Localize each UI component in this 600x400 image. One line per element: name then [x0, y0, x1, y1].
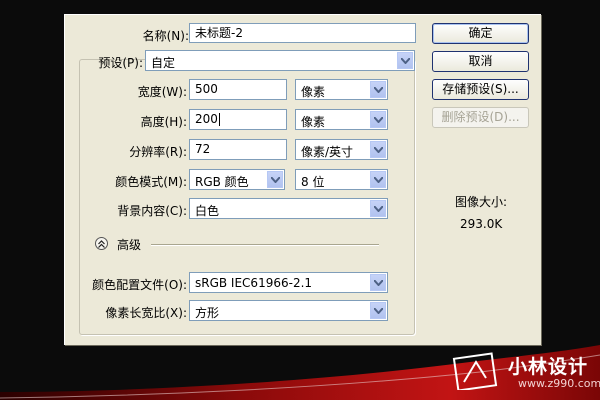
image-size-label: 图像大小: — [455, 195, 508, 209]
pixel-aspect-label: 像素长宽比(X): — [105, 306, 187, 320]
chevron-down-icon[interactable] — [370, 81, 386, 98]
chevron-down-icon[interactable] — [370, 274, 386, 291]
preset-label: 预设(P): — [98, 56, 143, 70]
collapse-advanced-icon[interactable] — [95, 237, 108, 250]
height-unit-value: 像素 — [301, 115, 326, 129]
delete-preset-button: 删除预设(D)... — [432, 107, 529, 128]
brand-name: 小林设计 — [508, 356, 589, 378]
settings-group — [79, 59, 415, 335]
text-caret — [218, 113, 220, 126]
image-size-value: 293.0K — [460, 217, 503, 231]
width-unit-select[interactable]: 像素 — [295, 79, 388, 100]
preset-value: 自定 — [151, 56, 176, 70]
width-unit-value: 像素 — [301, 85, 326, 99]
color-mode-label: 颜色模式(M): — [115, 175, 187, 189]
chevron-down-icon[interactable] — [267, 171, 283, 188]
background-select[interactable]: 白色 — [189, 198, 388, 219]
color-profile-label: 颜色配置文件(O): — [92, 278, 187, 292]
chevron-down-icon[interactable] — [370, 111, 386, 128]
width-input[interactable]: 500 — [189, 79, 287, 100]
height-value: 200 — [195, 112, 218, 126]
color-mode-select[interactable]: RGB 颜色 — [189, 169, 285, 190]
color-profile-select[interactable]: sRGB IEC61966-2.1 — [189, 272, 388, 293]
pixel-aspect-value: 方形 — [195, 306, 220, 320]
background-value: 白色 — [195, 204, 220, 218]
chevron-down-icon[interactable] — [370, 141, 386, 158]
color-profile-value: sRGB IEC61966-2.1 — [195, 276, 313, 290]
new-document-dialog: 名称(N): 未标题-2 预设(P): 自定 宽度(W): 500 像素 高度(… — [64, 14, 541, 345]
bit-depth-value: 8 位 — [301, 175, 325, 189]
chevron-down-icon[interactable] — [370, 200, 386, 217]
height-unit-select[interactable]: 像素 — [295, 109, 388, 130]
height-input[interactable]: 200 — [189, 109, 287, 130]
brand-url: www.z990.com — [518, 377, 600, 390]
name-label: 名称(N): — [142, 29, 189, 43]
name-input[interactable]: 未标题-2 — [189, 23, 416, 43]
chevron-down-icon[interactable] — [370, 171, 386, 188]
pixel-aspect-select[interactable]: 方形 — [189, 300, 388, 321]
save-preset-button[interactable]: 存储预设(S)... — [432, 79, 529, 100]
background-label: 背景内容(C): — [117, 204, 187, 218]
width-label: 宽度(W): — [137, 85, 187, 99]
height-label: 高度(H): — [140, 115, 187, 129]
resolution-input[interactable]: 72 — [189, 139, 287, 160]
cancel-button[interactable]: 取消 — [432, 51, 529, 72]
chevron-down-icon[interactable] — [370, 302, 386, 319]
resolution-label: 分辨率(R): — [129, 145, 187, 159]
resolution-unit-select[interactable]: 像素/英寸 — [295, 139, 388, 160]
bit-depth-select[interactable]: 8 位 — [295, 169, 388, 190]
advanced-divider — [151, 244, 379, 246]
color-mode-value: RGB 颜色 — [195, 175, 249, 189]
ok-button[interactable]: 确定 — [432, 23, 529, 44]
chevron-down-icon[interactable] — [397, 52, 413, 69]
advanced-label: 高级 — [117, 238, 142, 252]
preset-select[interactable]: 自定 — [145, 50, 415, 71]
resolution-unit-value: 像素/英寸 — [301, 145, 354, 159]
